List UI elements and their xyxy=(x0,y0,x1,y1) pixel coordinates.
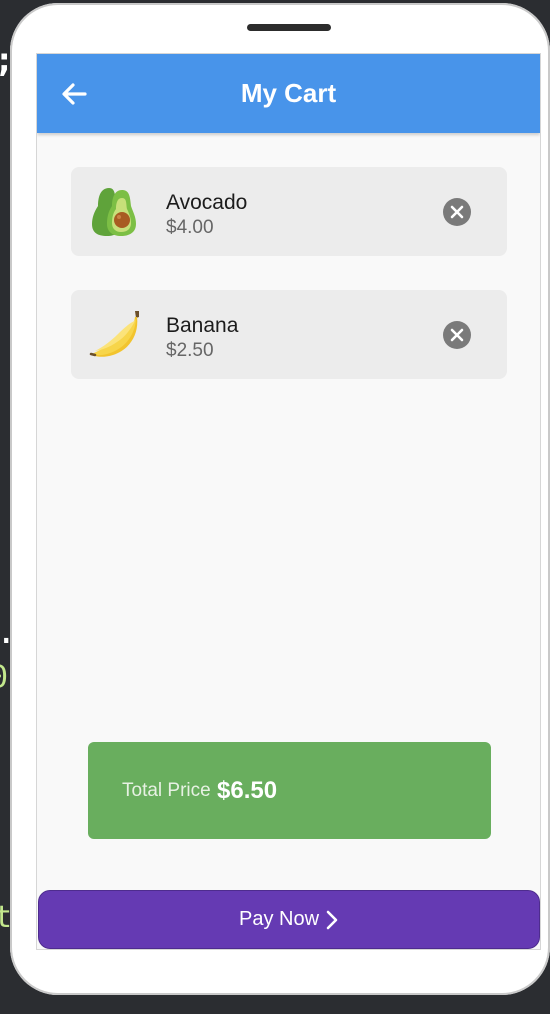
pay-now-button[interactable]: Pay Now xyxy=(38,890,540,949)
close-circle-icon xyxy=(450,328,464,342)
close-circle-icon xyxy=(450,205,464,219)
app-bar: My Cart xyxy=(37,54,540,133)
item-name: Banana xyxy=(166,314,239,337)
item-price: $2.50 xyxy=(166,340,214,361)
background-code-fragment: 0 xyxy=(0,660,8,695)
cart-item: Avocado $4.00 xyxy=(71,167,507,256)
pay-now-label: Pay Now xyxy=(238,908,320,930)
remove-item-button[interactable] xyxy=(443,321,471,349)
avocado-icon xyxy=(89,184,145,240)
banana-icon xyxy=(89,307,145,363)
remove-item-button[interactable] xyxy=(443,198,471,226)
cart-item: Banana $2.50 xyxy=(71,290,507,379)
item-price: $4.00 xyxy=(166,217,214,238)
item-name: Avocado xyxy=(166,191,248,214)
total-price-value: $6.50 xyxy=(217,777,278,804)
phone-frame: My Cart Avocado $4.00 Banana $2.50 Total… xyxy=(10,3,550,995)
phone-speaker-notch xyxy=(247,24,331,31)
page-title: My Cart xyxy=(240,78,337,108)
app-screen: My Cart Avocado $4.00 Banana $2.50 Total… xyxy=(36,53,541,950)
chevron-right-icon xyxy=(326,910,338,929)
total-price-label: Total Price xyxy=(122,780,211,801)
total-price-panel: Total Price $6.50 xyxy=(88,742,491,839)
